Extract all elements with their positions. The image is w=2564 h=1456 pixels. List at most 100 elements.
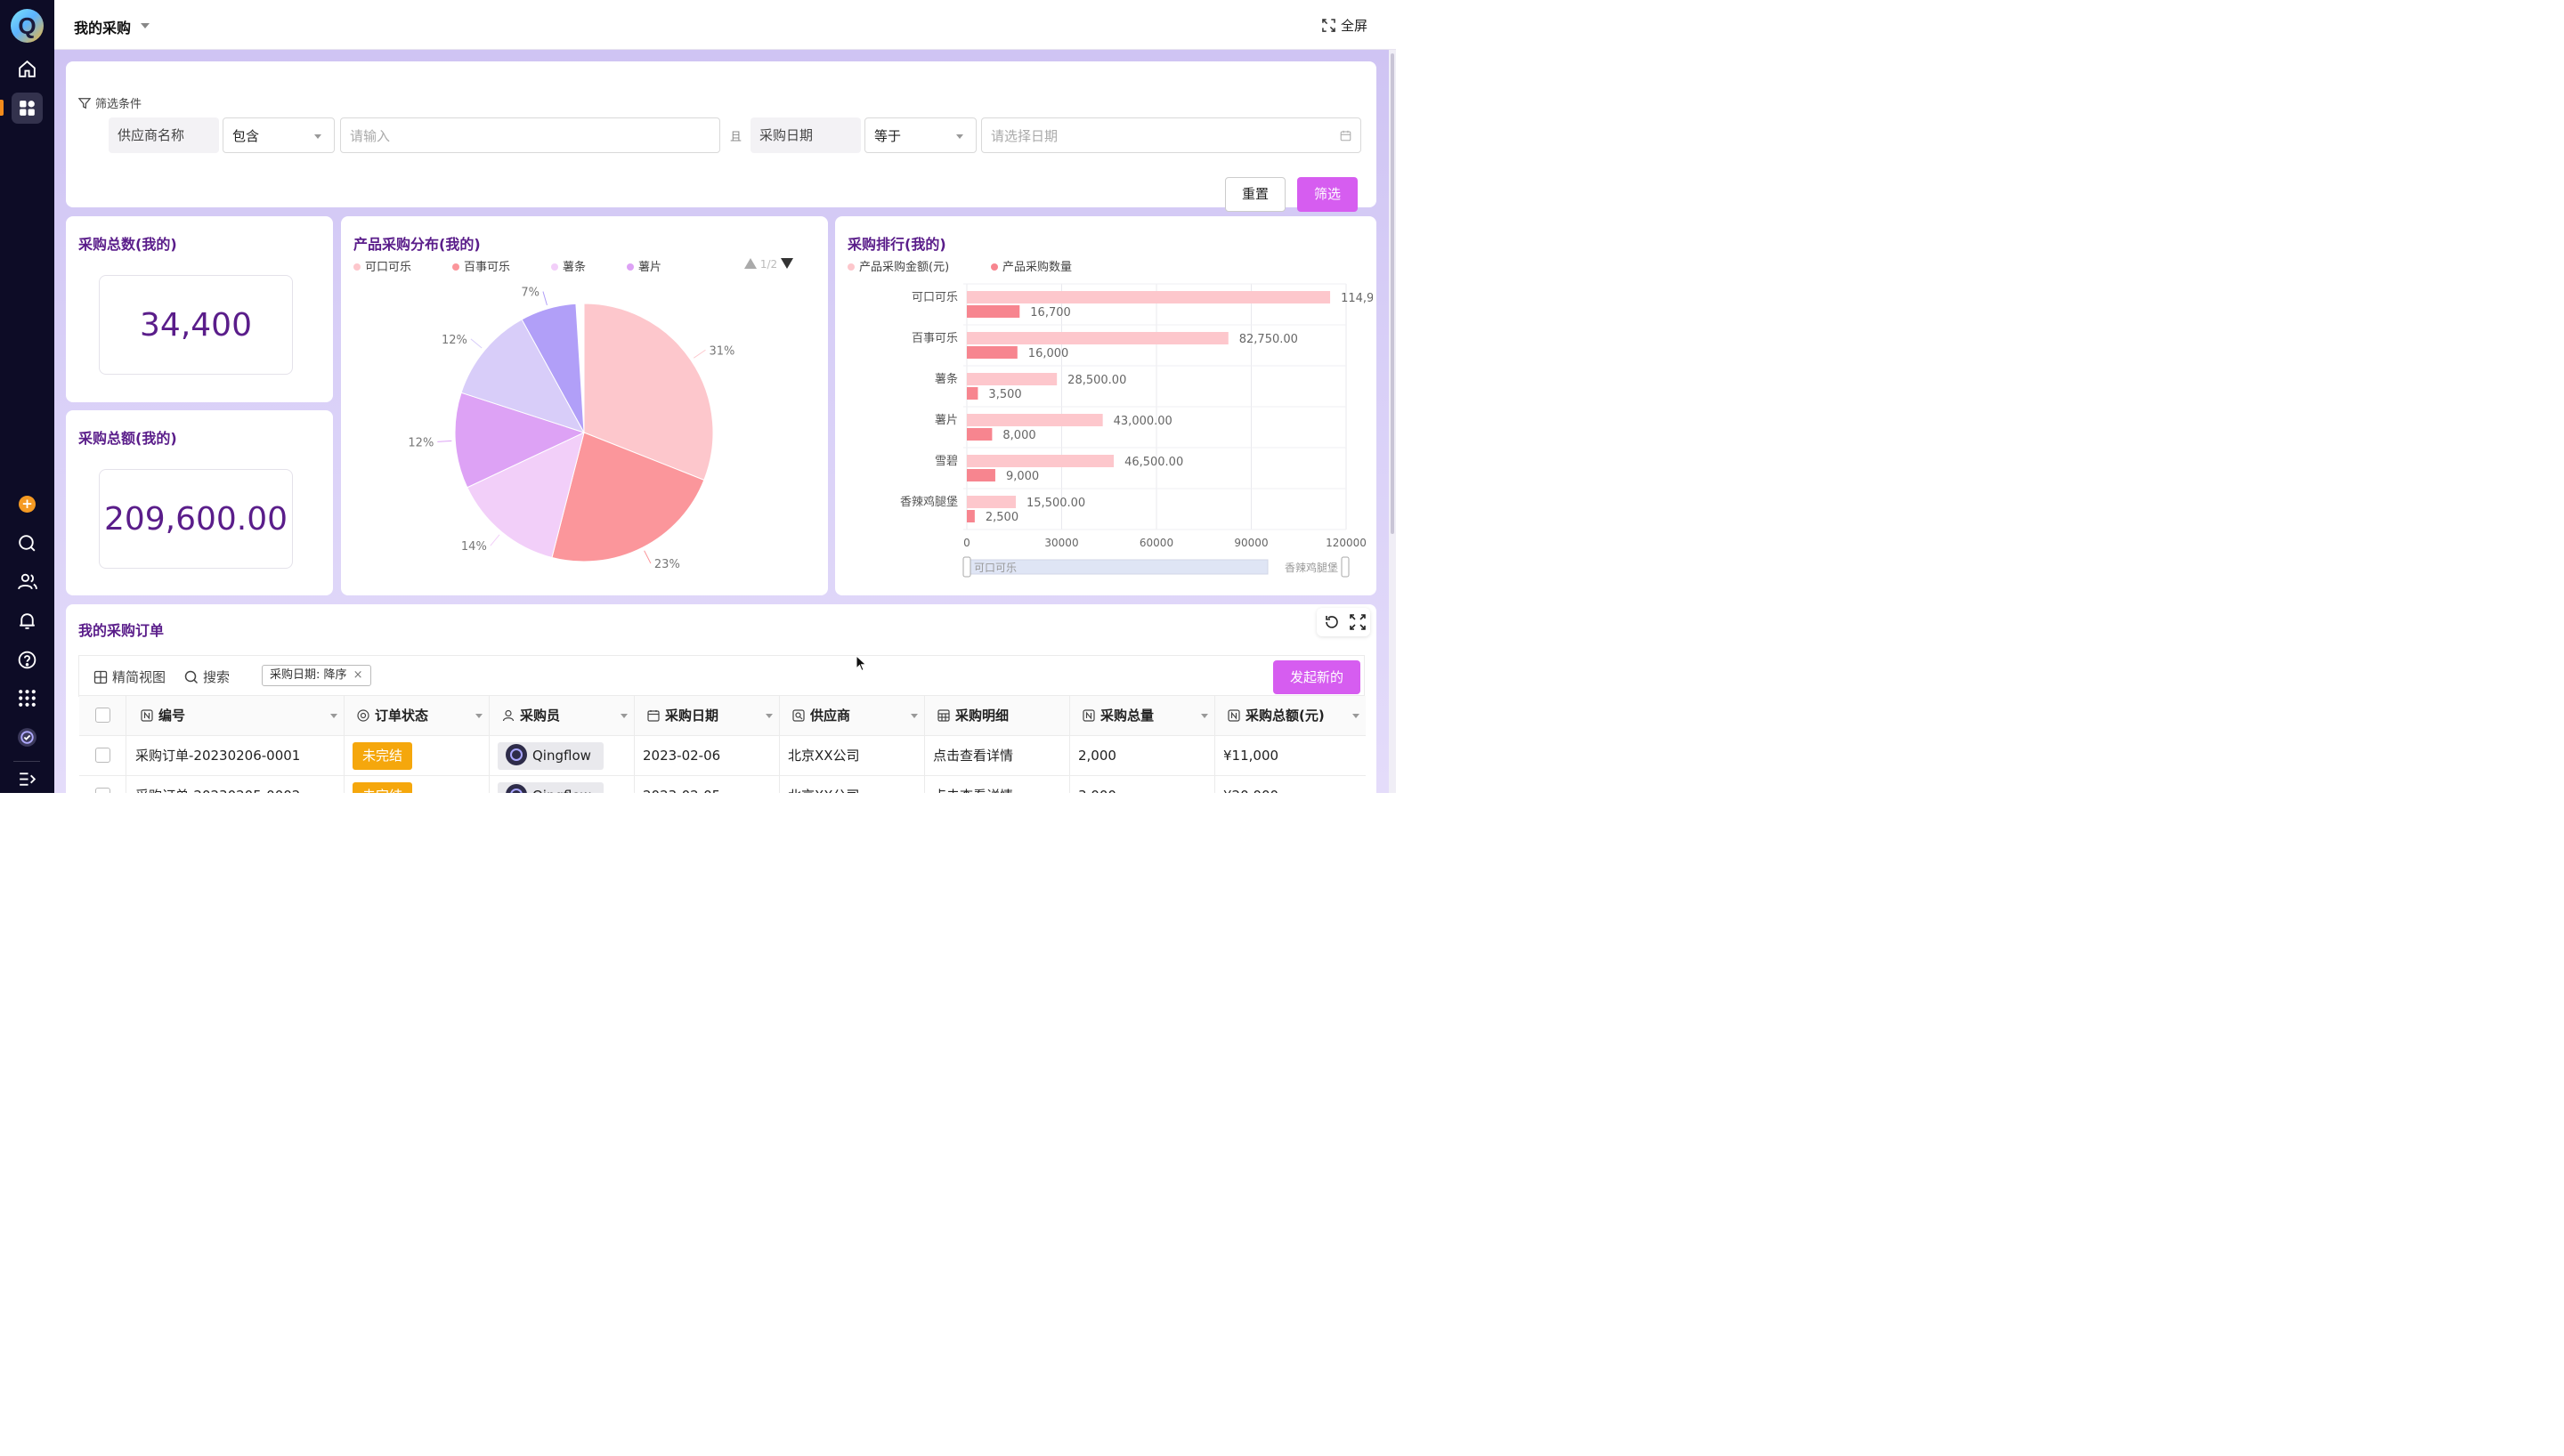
top-bar: 我的采购 全屏 [54, 0, 1396, 50]
table-search-label: 搜索 [203, 669, 231, 685]
dashboard-content: 筛选条件 供应商名称 包含 请输入 且 采购日期 等于 请选择日期 重置 筛选 [54, 50, 1396, 793]
quantity-data-label: 3,500 [988, 388, 1021, 401]
row-checkbox[interactable] [95, 788, 110, 793]
dashboard-icon[interactable] [16, 97, 38, 119]
chevron-down-icon [314, 134, 321, 139]
sidebar: Q + [0, 0, 54, 793]
product-distribution-card: 产品采购分布(我的) 可口可乐 百事可乐 薯条 薯片 1/2 31% 23% 14%… [341, 216, 828, 595]
x-tick-label: 90000 [1234, 537, 1268, 549]
help-icon[interactable] [16, 649, 38, 671]
y-category-label: 可口可乐 [912, 291, 958, 304]
avatar-ring [510, 789, 523, 793]
cell-detail[interactable]: 点击查看详情 [925, 736, 1070, 776]
y-category-label: 香辣鸡腿堡 [900, 495, 958, 509]
zoom-handle-right [1341, 556, 1350, 578]
search-icon[interactable] [16, 532, 38, 554]
subtable-field-icon [937, 709, 950, 722]
column-header-date[interactable]: 采购日期 [635, 696, 780, 736]
select-all-checkbox[interactable] [95, 708, 110, 723]
cell-buyer: Qingflow [490, 776, 635, 793]
filter-heading: 筛选条件 [77, 94, 142, 111]
purchase-date-picker[interactable]: 请选择日期 [981, 117, 1361, 153]
column-header-detail[interactable]: 采购明细 [925, 696, 1070, 736]
column-header-qty[interactable]: 采购总量 [1070, 696, 1215, 736]
column-header-amount[interactable]: 采购总额(元) [1215, 696, 1366, 736]
column-label: 订单状态 [375, 708, 429, 724]
date-operator-select[interactable]: 等于 [864, 117, 977, 153]
reset-button[interactable]: 重置 [1225, 177, 1286, 212]
page-scrollbar-thumb[interactable] [1391, 53, 1394, 534]
filter-button[interactable]: 筛选 [1297, 177, 1358, 212]
logo-letter: Q [18, 12, 37, 39]
compact-view-button[interactable]: 精简视图 [93, 667, 166, 686]
total-count-card: 采购总数(我的) 34,400 [66, 216, 333, 402]
date-operator-value: 等于 [874, 128, 902, 144]
supplier-name-label: 供应商名称 [109, 117, 219, 153]
chevron-down-icon[interactable] [1201, 714, 1208, 718]
purchase-date-placeholder: 请选择日期 [991, 128, 1059, 144]
contacts-icon[interactable] [16, 570, 38, 593]
title-dropdown-icon[interactable] [141, 23, 150, 28]
home-icon[interactable] [16, 58, 38, 80]
bar-chart: 0 30000 60000 90000 120000 114,95 16,700 82,750… [900, 283, 1376, 578]
x-tick-label: 120000 [1326, 537, 1367, 549]
expand-sidebar-icon[interactable] [16, 768, 38, 790]
lookup-field-icon [792, 709, 805, 722]
y-category-label: 百事可乐 [912, 332, 958, 345]
amount-data-label: 114,95 [1341, 292, 1376, 305]
cell-status: 未完结 [345, 776, 490, 793]
supplier-name-input[interactable]: 请输入 [340, 117, 720, 153]
fullscreen-button[interactable]: 全屏 [1322, 16, 1367, 35]
new-order-button[interactable]: 发起新的 [1273, 660, 1360, 694]
bell-icon[interactable] [16, 610, 38, 632]
pie-percent-label: 23% [654, 558, 680, 571]
column-header-buyer[interactable]: 采购员 [490, 696, 635, 736]
search-icon [184, 670, 199, 684]
page-title[interactable]: 我的采购 [74, 16, 131, 37]
pie-percent-label: 7% [521, 287, 540, 300]
select-cell [79, 776, 126, 793]
amount-bar [967, 291, 1331, 303]
chevron-down-icon[interactable] [621, 714, 628, 718]
app-logo[interactable]: Q [11, 9, 44, 43]
total-count-value: 34,400 [99, 275, 293, 375]
column-label: 供应商 [810, 708, 851, 724]
sort-chip[interactable]: 采购日期: 降序 × [262, 665, 371, 686]
user-chip[interactable]: Qingflow [498, 782, 604, 793]
apps-grid-icon[interactable] [16, 687, 38, 709]
table-row[interactable]: 采购订单-20230206-0001 未完结 Qingflow 2023-02-06 北… [79, 736, 1366, 776]
pie-percent-label: 14% [461, 540, 487, 554]
row-checkbox[interactable] [95, 748, 110, 763]
chevron-down-icon[interactable] [475, 714, 483, 718]
status-field-icon [357, 709, 369, 722]
date-field-icon [647, 710, 660, 722]
amount-data-label: 46,500.00 [1124, 456, 1183, 469]
chevron-down-icon[interactable] [1352, 714, 1359, 718]
quantity-data-label: 16,700 [1030, 306, 1071, 320]
column-label: 采购明细 [955, 708, 1010, 724]
x-tick-label: 30000 [1044, 537, 1078, 549]
close-icon[interactable]: × [353, 666, 363, 685]
add-icon[interactable]: + [19, 496, 36, 513]
workspace-icon[interactable] [16, 726, 38, 748]
table-search-button[interactable]: 搜索 [184, 667, 230, 686]
table-view-icon [93, 670, 108, 684]
amount-bar [967, 496, 1017, 508]
column-header-id[interactable]: 编号 [126, 696, 345, 736]
chevron-down-icon[interactable] [766, 714, 773, 718]
cell-buyer: Qingflow [490, 736, 635, 776]
user-chip[interactable]: Qingflow [498, 742, 604, 770]
cell-date: 2023-02-05 [635, 776, 780, 793]
cell-detail[interactable]: 点击查看详情 [925, 776, 1070, 793]
chevron-down-icon[interactable] [330, 714, 337, 718]
column-header-supplier[interactable]: 供应商 [780, 696, 925, 736]
table-row[interactable]: 采购订单-20230205-0002 未完结 Qingflow 2023-02-05北… [79, 776, 1366, 793]
cell-status: 未完结 [345, 736, 490, 776]
supplier-operator-select[interactable]: 包含 [223, 117, 335, 153]
column-header-status[interactable]: 订单状态 [345, 696, 490, 736]
zoom-end-label: 香辣鸡腿堡 [1285, 561, 1338, 574]
chevron-down-icon[interactable] [911, 714, 918, 718]
user-name: Qingflow [532, 748, 591, 764]
refresh-icon[interactable] [1323, 613, 1341, 631]
expand-icon[interactable] [1349, 613, 1367, 631]
